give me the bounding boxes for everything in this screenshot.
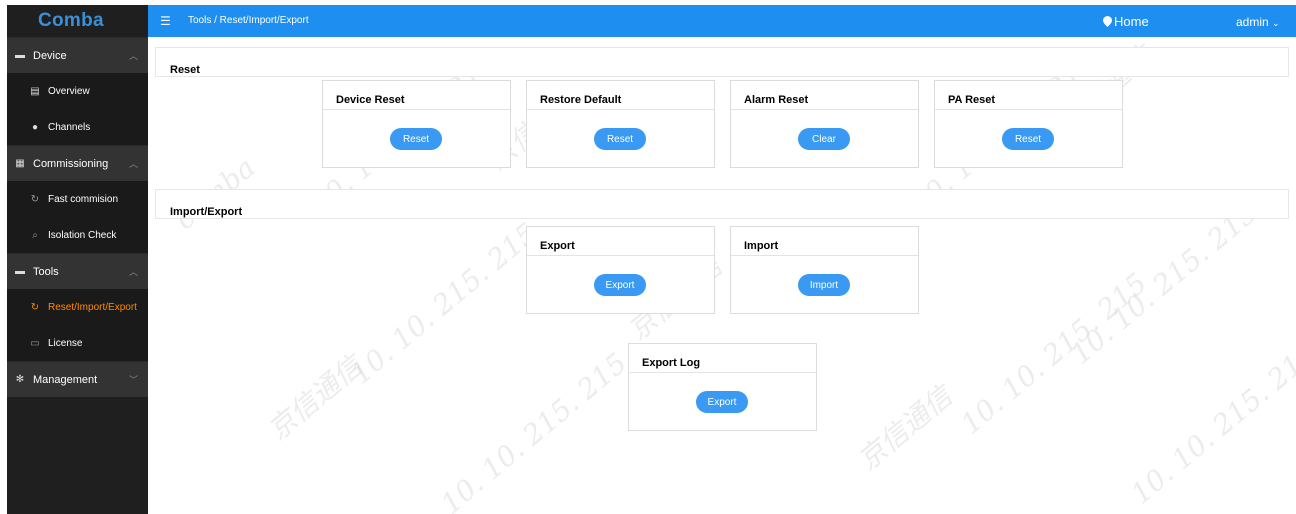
user-menu[interactable]: admin ⌄ [1236, 15, 1280, 29]
home-link[interactable]: Home [1103, 14, 1149, 29]
logo: Comba [38, 10, 104, 31]
section-import-export-title: Import/Export [155, 189, 1289, 219]
watermark-text: 10. 10. 215. 215 [434, 346, 634, 514]
section-reset-title: Reset [155, 47, 1289, 77]
sidebar-item-label: Reset/Import/Export [48, 301, 137, 313]
card-title: Import [731, 227, 918, 256]
nav-group-label: Commissioning [33, 157, 109, 170]
sidebar-item-license[interactable]: ▭ License [7, 325, 148, 361]
sidebar-item-label: License [48, 337, 83, 349]
search-icon: ⌕ [32, 229, 38, 241]
restore-default-button[interactable]: Reset [594, 128, 646, 150]
top-header: ☰ Tools / Reset/Import/Export Home admin… [148, 5, 1296, 37]
sidebar-item-fast-commision[interactable]: ↻ Fast commision [7, 181, 148, 217]
sidebar-item-label: Fast commision [48, 193, 119, 205]
user-name: admin [1236, 15, 1269, 29]
card-title: Alarm Reset [731, 81, 918, 110]
watermark-text: 10. 10. 215. 215 [954, 266, 1154, 441]
card-title: Restore Default [527, 81, 714, 110]
sidebar-item-label: Channels [48, 121, 91, 133]
nav-group-label: Tools [33, 265, 59, 278]
sidebar-item-overview[interactable]: ▤ Overview [7, 73, 148, 109]
refresh-icon: ↻ [30, 301, 40, 313]
card-export-log: Export Log Export [628, 343, 817, 431]
monitor-icon: ▬ [15, 50, 25, 61]
card-restore-default: Restore Default Reset [526, 80, 715, 168]
sidebar-item-channels[interactable]: ● Channels [7, 109, 148, 145]
card-title: PA Reset [935, 81, 1122, 110]
main-content: comba 10. 10. 215. 215 京信通信 10. 10. 215.… [148, 37, 1296, 514]
nav-group-device[interactable]: ▬ Device ︿ [7, 37, 148, 73]
nav-group-label: Device [33, 49, 67, 62]
toolbox-icon: ▬ [15, 266, 25, 277]
license-icon: ▭ [30, 337, 40, 349]
nav-group-commissioning[interactable]: ▦ Commissioning ︿ [7, 145, 148, 181]
watermark-text: 10. 10. 215. 215 [1064, 196, 1264, 371]
caret-down-icon: ⌄ [1272, 18, 1280, 28]
document-icon: ▤ [30, 85, 40, 97]
card-pa-reset: PA Reset Reset [934, 80, 1123, 168]
watermark-text: 10. 10. 215. 215 [1124, 336, 1296, 511]
sidebar-item-reset-import-export[interactable]: ↻ Reset/Import/Export [7, 289, 148, 325]
refresh-icon: ↻ [30, 193, 40, 205]
location-pin-icon [1103, 16, 1112, 27]
sidebar-item-label: Overview [48, 85, 90, 97]
card-device-reset: Device Reset Reset [322, 80, 511, 168]
chevron-up-icon: ︿ [129, 267, 139, 277]
card-title: Device Reset [323, 81, 510, 110]
chevron-up-icon: ︿ [129, 159, 139, 169]
export-log-button[interactable]: Export [696, 391, 748, 413]
nav-group-tools[interactable]: ▬ Tools ︿ [7, 253, 148, 289]
sidebar-item-label: Isolation Check [48, 229, 117, 241]
card-title: Export [527, 227, 714, 256]
breadcrumb: Tools / Reset/Import/Export [188, 15, 309, 26]
menu-toggle-icon[interactable]: ☰ [160, 14, 171, 28]
gear-icon: ✻ [15, 374, 25, 385]
sidebar-item-isolation-check[interactable]: ⌕ Isolation Check [7, 217, 148, 253]
sidebar: Comba ▬ Device ︿ ▤ Overview ● Channels ▦… [7, 5, 148, 514]
watermark: comba 10. 10. 215. 215 京信通信 10. 10. 215.… [148, 37, 1296, 514]
device-reset-button[interactable]: Reset [390, 128, 442, 150]
alarm-clear-button[interactable]: Clear [798, 128, 850, 150]
location-pin-icon: ● [31, 121, 39, 133]
import-button[interactable]: Import [798, 274, 850, 296]
chevron-up-icon: ︿ [129, 51, 139, 61]
nav-group-label: Management [33, 373, 98, 386]
card-export: Export Export [526, 226, 715, 314]
watermark-text: 京信通信 [261, 349, 369, 447]
card-alarm-reset: Alarm Reset Clear [730, 80, 919, 168]
nav-group-management[interactable]: ✻ Management ﹀ [7, 361, 148, 397]
card-import: Import Import [730, 226, 919, 314]
export-button[interactable]: Export [594, 274, 646, 296]
pa-reset-button[interactable]: Reset [1002, 128, 1054, 150]
grid-icon: ▦ [15, 158, 25, 169]
watermark-text: 京信通信 [851, 379, 959, 477]
chevron-down-icon: ﹀ [129, 375, 139, 385]
card-title: Export Log [629, 344, 816, 373]
watermark-text: 10. 10. 215. 215 [344, 216, 544, 391]
home-label: Home [1114, 14, 1149, 29]
